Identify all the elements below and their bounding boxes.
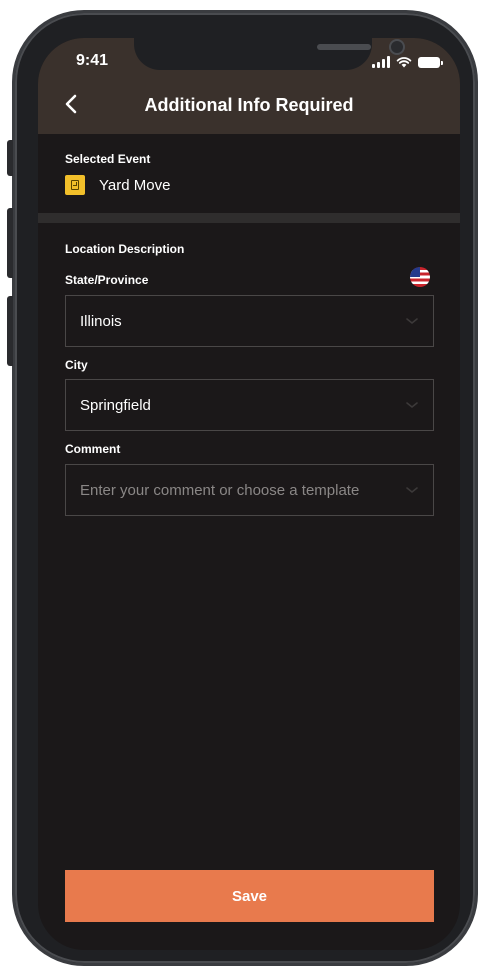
header-bar: 9:41 Additional Info Required [38,38,460,134]
signal-icon [372,56,390,68]
city-value: Springfield [80,396,151,414]
city-label: City [65,358,88,372]
comment-label: Comment [65,442,121,456]
app-screen: 9:41 Additional Info Required Selected E… [38,38,460,950]
chevron-down-icon [406,402,418,409]
us-flag-icon[interactable] [410,267,430,287]
city-select[interactable]: Springfield [65,379,434,431]
state-province-select[interactable]: Illinois [65,295,434,347]
selected-event-row: Yard Move [65,175,170,195]
selected-event-name: Yard Move [99,176,171,194]
camera-icon [389,39,405,55]
comment-placeholder: Enter your comment or choose a template [80,481,360,499]
save-button[interactable]: Save [65,870,434,922]
status-icons [372,56,443,68]
mute-switch [7,140,13,176]
status-time: 9:41 [76,52,109,69]
page-title: Additional Info Required [144,95,354,115]
wifi-icon [396,57,412,68]
state-province-value: Illinois [80,312,122,330]
volume-down-button [7,296,13,366]
selected-event-label: Selected Event [65,152,151,166]
battery-icon [418,57,443,68]
device-notch [134,38,405,70]
location-description-label: Location Description [65,242,185,256]
section-divider [38,213,460,223]
state-province-label: State/Province [65,273,149,287]
speaker-grille [317,44,371,50]
comment-select[interactable]: Enter your comment or choose a template [65,464,434,516]
chevron-down-icon [406,318,418,325]
volume-up-button [7,208,13,278]
yard-move-icon [65,175,85,195]
chevron-down-icon [406,487,418,494]
